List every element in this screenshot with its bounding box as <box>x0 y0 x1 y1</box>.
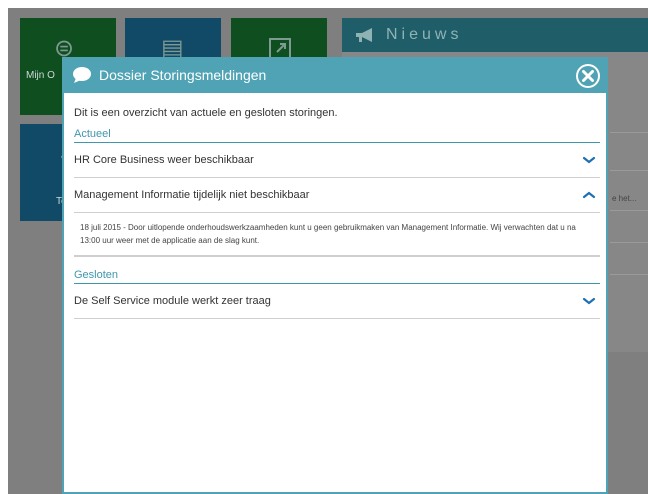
close-icon <box>578 66 598 86</box>
tile-label: Mijn O <box>26 70 55 81</box>
dialog-body: Dit is een overzicht van actuele en gesl… <box>74 107 600 319</box>
news-title: Nieuws <box>386 26 463 43</box>
accordion-item[interactable]: Management Informatie tijdelijk niet bes… <box>74 178 600 212</box>
chat-bubble-icon <box>73 67 91 83</box>
news-item-snippet[interactable]: e het... <box>612 194 636 203</box>
close-button[interactable] <box>576 64 600 88</box>
chevron-down-icon[interactable] <box>582 155 596 165</box>
divider <box>610 274 648 275</box>
dialog-intro: Dit is een overzicht van actuele en gesl… <box>74 107 338 119</box>
chevron-up-icon[interactable] <box>582 190 596 200</box>
accordion-item[interactable]: HR Core Business weer beschikbaar <box>74 143 600 178</box>
chevron-down-icon[interactable] <box>582 296 596 306</box>
divider <box>610 210 648 211</box>
accordion-item-label: De Self Service module werkt zeer traag <box>74 295 271 307</box>
megaphone-icon <box>356 28 372 42</box>
divider <box>610 132 648 133</box>
dialog-header: Dossier Storingsmeldingen <box>64 59 606 93</box>
accordion-item-label: Management Informatie tijdelijk niet bes… <box>74 189 310 201</box>
news-header: Nieuws <box>342 18 648 52</box>
section-title-gesloten: Gesloten <box>74 269 600 284</box>
dialog-title: Dossier Storingsmeldingen <box>99 67 267 83</box>
accordion-item-detail: 18 juli 2015 - Door uitlopende onderhoud… <box>74 213 600 257</box>
divider <box>610 242 648 243</box>
accordion-item[interactable]: De Self Service module werkt zeer traag <box>74 284 600 319</box>
divider <box>610 170 648 171</box>
section-title-actueel: Actueel <box>74 128 600 143</box>
storingsmeldingen-dialog: Dossier Storingsmeldingen Dit is een ove… <box>62 57 608 494</box>
accordion-item-label: HR Core Business weer beschikbaar <box>74 154 254 166</box>
